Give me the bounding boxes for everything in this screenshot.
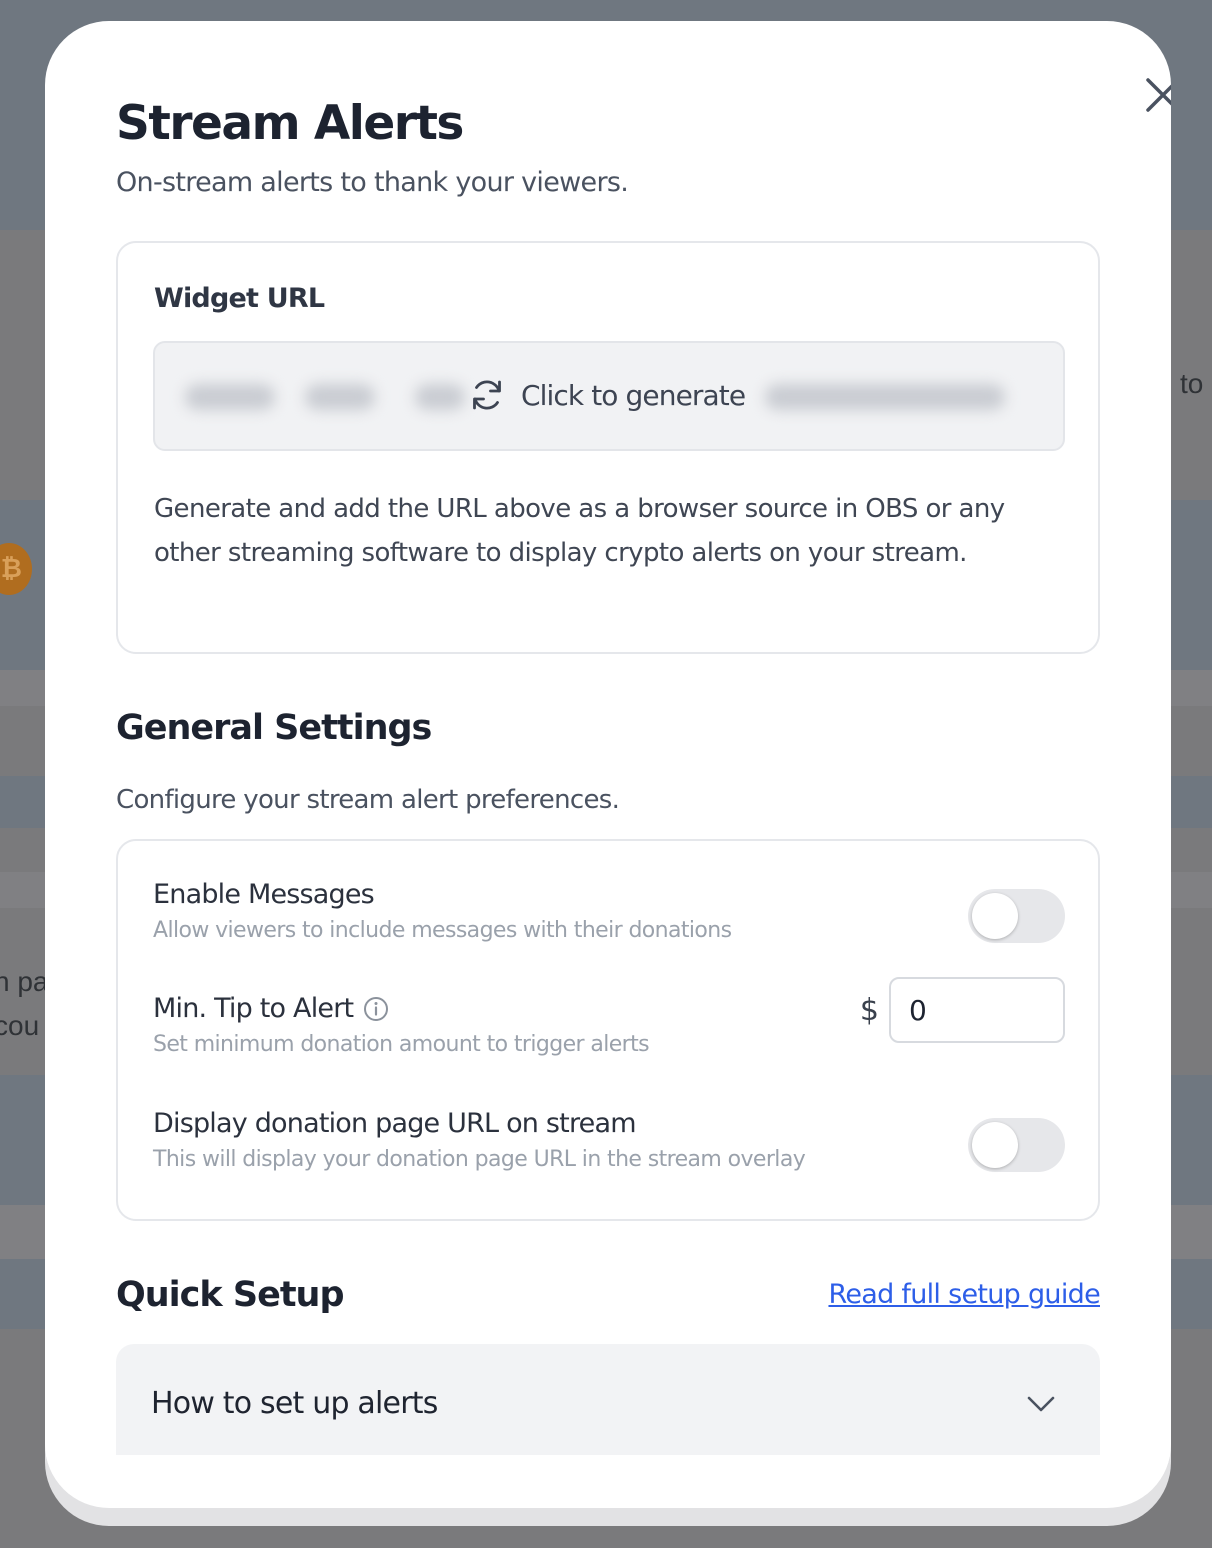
close-button[interactable]	[1142, 74, 1171, 116]
display-url-help: This will display your donation page URL…	[153, 1147, 806, 1172]
modal-title: Stream Alerts	[116, 96, 464, 151]
min-tip-input-group: $	[860, 977, 1065, 1043]
background-text: n pa	[0, 966, 49, 997]
close-icon	[1146, 78, 1171, 112]
currency-symbol: $	[859, 992, 879, 1028]
widget-url-description: Generate and add the URL above as a brow…	[154, 494, 1005, 568]
enable-messages-toggle[interactable]	[968, 889, 1065, 943]
chevron-down-icon	[1027, 1396, 1055, 1412]
blurred-url	[305, 384, 375, 410]
background-text: cou	[0, 1010, 40, 1041]
generate-url-content: Click to generate	[469, 377, 746, 413]
quick-setup-title: Quick Setup	[116, 1275, 345, 1315]
display-url-label: Display donation page URL on stream	[153, 1108, 637, 1139]
toggle-knob	[972, 1122, 1018, 1168]
modal-subtitle: On-stream alerts to thank your viewers.	[116, 167, 629, 198]
info-icon[interactable]	[363, 996, 389, 1022]
toggle-knob	[972, 893, 1018, 939]
min-tip-row: Min. Tip to Alert Set minimum donation a…	[153, 977, 1065, 1057]
display-url-row: Display donation page URL on stream This…	[153, 1108, 1065, 1172]
general-settings-subtitle: Configure your stream alert preferences.	[116, 785, 620, 815]
display-url-toggle[interactable]	[968, 1118, 1065, 1172]
stream-alerts-modal: Stream Alerts On-stream alerts to thank …	[45, 21, 1171, 1508]
enable-messages-help: Allow viewers to include messages with t…	[153, 918, 732, 943]
widget-url-label: Widget URL	[154, 283, 325, 314]
widget-url-card: Widget URL Click to generate Generate an…	[116, 241, 1100, 654]
generate-url-button[interactable]: Click to generate	[153, 341, 1065, 451]
generate-url-label: Click to generate	[521, 378, 746, 412]
general-settings-title: General Settings	[116, 708, 432, 748]
min-tip-input[interactable]	[889, 977, 1065, 1043]
general-settings-card: Enable Messages Allow viewers to include…	[116, 839, 1100, 1221]
enable-messages-row: Enable Messages Allow viewers to include…	[153, 879, 1065, 943]
modal-bottom	[45, 1455, 1171, 1495]
blurred-url	[415, 384, 465, 410]
blurred-url	[185, 384, 275, 410]
background-text: to	[1180, 368, 1204, 399]
enable-messages-label: Enable Messages	[153, 879, 375, 910]
blurred-url	[765, 384, 1005, 410]
accordion-label: How to set up alerts	[151, 1386, 438, 1421]
setup-guide-link[interactable]: Read full setup guide	[828, 1279, 1100, 1310]
refresh-icon	[473, 380, 501, 410]
